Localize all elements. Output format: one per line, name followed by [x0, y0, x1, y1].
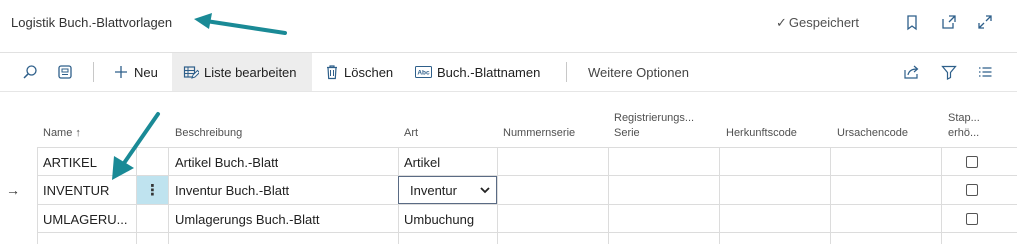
trash-icon	[327, 65, 337, 80]
column-label-posting-no-series-line2: Serie	[614, 127, 640, 139]
share-icon	[904, 65, 919, 79]
open-new-window-icon[interactable]	[940, 13, 958, 31]
journal-names-button[interactable]: Abc Buch.-Blattnamen	[415, 53, 540, 91]
column-header-no-series[interactable]: Nummernserie	[503, 126, 575, 140]
column-label-name: Name	[43, 127, 73, 139]
column-header-posting-no-series[interactable]: Registrierungs... Serie	[614, 111, 694, 140]
grid-line	[497, 147, 498, 244]
filter-icon	[941, 65, 957, 80]
cell-increment[interactable]	[966, 148, 978, 176]
title-bar: Logistik Buch.-Blattvorlagen ✓ Gespeicher…	[0, 0, 1017, 50]
toolbar-divider	[566, 62, 567, 82]
sort-ascending-icon: ↑	[75, 127, 81, 139]
column-header-increment[interactable]: Stap... erhö...	[948, 111, 980, 140]
cell-description[interactable]: Umlagerungs Buch.-Blatt	[175, 205, 320, 233]
toolbar-divider	[93, 62, 94, 82]
list-view-button[interactable]	[977, 53, 993, 91]
annotation-arrow-icon	[194, 13, 287, 35]
journal-names-label: Buch.-Blattnamen	[437, 64, 541, 80]
more-options-button[interactable]: Weitere Optionen	[588, 53, 689, 91]
cell-name[interactable]: UMLAGERU...	[43, 205, 128, 233]
column-label-increment-line2: erhö...	[948, 127, 980, 139]
current-row-arrow-icon: →	[6, 182, 20, 198]
more-options-label: Weitere Optionen	[588, 64, 689, 80]
cell-description[interactable]: Inventur Buch.-Blatt	[175, 176, 289, 204]
abc-field-icon: Abc	[415, 66, 432, 78]
edit-list-button[interactable]: Liste bearbeiten	[172, 53, 312, 91]
increment-checkbox[interactable]	[966, 156, 978, 168]
svg-text:Abc: Abc	[417, 70, 430, 77]
grid-line	[719, 147, 720, 244]
cell-increment[interactable]	[966, 205, 978, 233]
grid-line	[830, 147, 831, 244]
filter-button[interactable]	[941, 53, 957, 91]
column-header-description[interactable]: Beschreibung	[175, 126, 242, 140]
view-button[interactable]	[57, 53, 73, 91]
grid-line	[37, 147, 38, 244]
view-layout-icon	[58, 65, 72, 79]
share-button[interactable]	[903, 53, 921, 91]
column-header-source-code[interactable]: Herkunftscode	[726, 126, 797, 140]
cell-increment[interactable]	[966, 176, 978, 204]
cell-description[interactable]: Artikel Buch.-Blatt	[175, 148, 278, 176]
saved-label: Gespeichert	[788, 15, 859, 30]
edit-list-label: Liste bearbeiten	[204, 64, 297, 80]
chevron-down-icon	[480, 187, 490, 194]
column-label-increment-line1: Stap...	[948, 112, 980, 124]
list-view-icon	[979, 67, 992, 77]
increment-checkbox[interactable]	[966, 184, 978, 196]
cell-type[interactable]: Artikel	[404, 148, 440, 176]
search-button[interactable]	[22, 53, 38, 91]
cell-type[interactable]: Umbuchung	[404, 205, 474, 233]
grid-line	[608, 147, 609, 244]
column-header-reason-code[interactable]: Ursachencode	[837, 126, 908, 140]
type-dropdown-value: Inventur	[410, 182, 457, 198]
column-header-type[interactable]: Art	[404, 126, 418, 140]
column-header-name[interactable]: Name ↑	[43, 126, 81, 140]
new-button[interactable]: Neu	[113, 53, 158, 91]
cell-name[interactable]: ARTIKEL	[43, 148, 97, 176]
delete-label: Löschen	[344, 64, 394, 80]
edit-list-icon	[183, 66, 199, 79]
check-icon: ✓	[776, 15, 787, 30]
saved-status: ✓ Gespeichert	[776, 15, 859, 31]
page-title: Logistik Buch.-Blattvorlagen	[11, 15, 173, 30]
action-bar: Neu Liste bearbeiten Löschen Abc Buch.-B…	[0, 53, 1017, 91]
increment-checkbox[interactable]	[966, 213, 978, 225]
column-label-posting-no-series-line1: Registrierungs...	[614, 112, 695, 124]
expand-icon[interactable]	[976, 13, 994, 31]
toolbar-divider-line	[0, 91, 1017, 92]
plus-icon	[115, 66, 127, 78]
new-label: Neu	[134, 64, 158, 80]
bookmark-icon[interactable]	[903, 13, 921, 31]
annotation-arrow-icon	[112, 112, 160, 180]
delete-button[interactable]: Löschen	[325, 53, 393, 91]
grid-line	[941, 147, 942, 244]
search-icon	[23, 65, 37, 79]
type-dropdown[interactable]: Inventur	[398, 176, 497, 204]
